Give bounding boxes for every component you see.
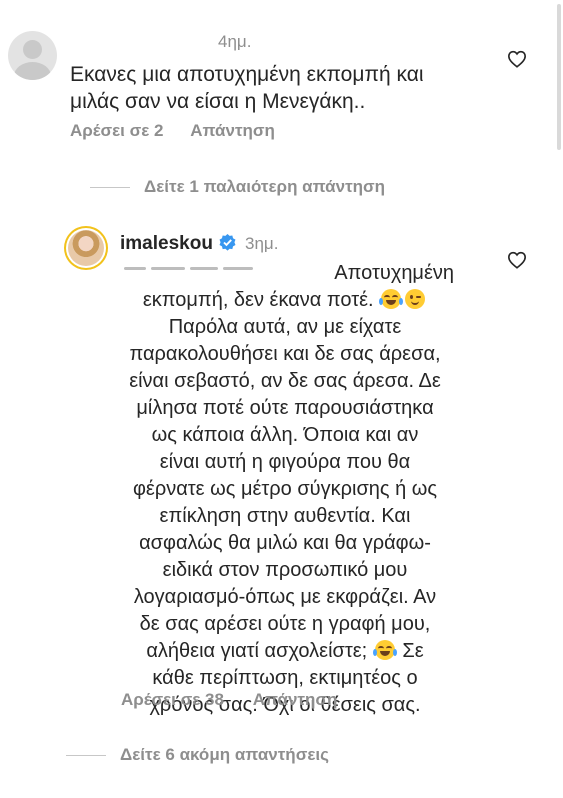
reply-line: κάθε περίπτωση, εκτιμητέος ο (152, 667, 418, 689)
reply-line: Παρόλα αυτά, αν με είχατε (168, 316, 402, 338)
divider-line (66, 754, 106, 756)
avatar-body-shape (14, 62, 51, 80)
scrollbar[interactable] (557, 4, 561, 150)
view-older-replies-label: Δείτε 1 παλαιότερη απάντηση (144, 177, 386, 196)
reply-button[interactable]: Απάντηση (253, 690, 338, 709)
reply-line: είναι σεβαστό, αν δε σας άρεσα. Δε (129, 370, 441, 392)
avatar[interactable] (64, 226, 108, 270)
reply-button[interactable]: Απάντηση (190, 121, 275, 140)
view-more-replies-label: Δείτε 6 ακόμη απαντήσεις (120, 745, 329, 764)
verified-badge-icon (219, 233, 236, 251)
reply-meta: Αρέσει σε 38 Απάντηση (121, 690, 337, 710)
reply-time: 3ημ. (245, 234, 279, 253)
reply-line: φέρνατε ως μέτρο σύγκρισης ή ως (132, 478, 438, 500)
reply-line: δε σας αρέσει ούτε η γραφή μου, (139, 613, 431, 635)
comment-time: 4ημ. (218, 32, 252, 51)
avatar-placeholder[interactable] (8, 31, 57, 80)
reply-text: Αποτυχημένη εκπομπή, δεν έκανα ποτέ. Παρ… (116, 260, 454, 719)
reply-line: μίλησα ποτέ ούτε παρουσιάστηκα (136, 397, 434, 419)
reply-line: είναι αυτή η φιγούρα που θα (159, 451, 411, 473)
reply-line: αλήθεια γιατί ασχολείστε; Σε (146, 640, 424, 662)
winking-face-emoji-icon (405, 289, 426, 309)
view-more-replies-button[interactable]: Δείτε 6 ακόμη απαντήσεις (66, 745, 329, 765)
reply-line: παρακολουθήσει και δε σας άρεσα, (129, 343, 441, 365)
reply-line: ειδικά στον προσωπικό μου (162, 559, 408, 581)
reply-line: επίκληση στην αυθεντία. Και (159, 505, 411, 527)
avatar-ring (66, 228, 106, 268)
divider-line (90, 186, 130, 188)
laughing-tears-emoji-icon (372, 640, 397, 660)
reply-line: ασφαλώς θα μιλώ και θα γράφω- (139, 532, 431, 554)
reply-line: ως κάποια άλλη. Όποια και αν (151, 424, 419, 446)
avatar-photo (68, 230, 104, 266)
comment-meta: Αρέσει σε 2 Απάντηση (70, 121, 275, 141)
reply-line: Αποτυχημένη (334, 262, 454, 284)
username-link[interactable]: imaleskou (120, 233, 213, 255)
likes-count-link[interactable]: Αρέσει σε 38 (121, 690, 224, 709)
view-older-replies-button[interactable]: Δείτε 1 παλαιότερη απάντηση (90, 177, 385, 197)
laughing-tears-emoji-icon (379, 289, 404, 309)
reply-line: λογαριασμό-όπως με εκφράζει. Αν (133, 586, 437, 608)
likes-count-link[interactable]: Αρέσει σε 2 (70, 121, 163, 140)
avatar-head-shape (23, 40, 42, 59)
heart-outline-icon[interactable] (507, 50, 527, 68)
reply-line: εκπομπή, δεν έκανα ποτέ. (116, 287, 454, 314)
comment-text: Εκανες μια αποτυχημένη εκπομπή και μιλάς… (70, 63, 424, 113)
heart-outline-icon[interactable] (507, 251, 527, 269)
